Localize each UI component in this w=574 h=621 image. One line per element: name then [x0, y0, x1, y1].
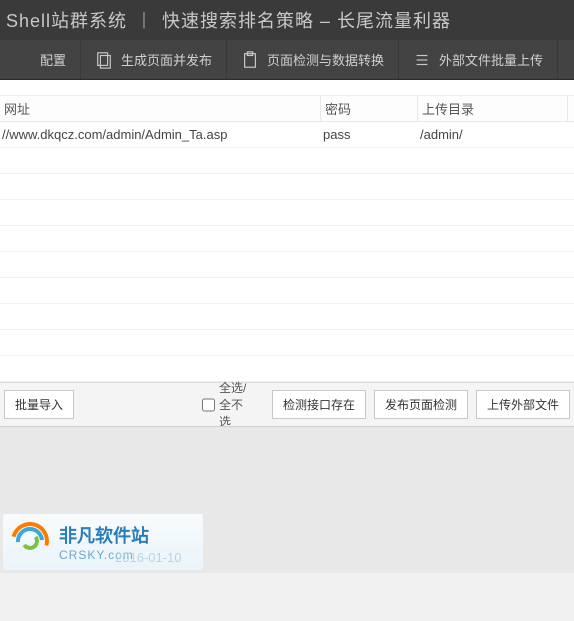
- table-row-empty[interactable]: [0, 304, 574, 330]
- cell-dir: /admin/: [418, 127, 568, 142]
- col-header-password[interactable]: 密码: [321, 96, 418, 121]
- toolbar-label: 页面检测与数据转换: [267, 50, 384, 69]
- footer-date: 2016-01-10: [115, 550, 182, 565]
- toolbar-config[interactable]: 配置: [0, 40, 81, 79]
- page-icon: [95, 51, 113, 69]
- table-row-empty[interactable]: [0, 252, 574, 278]
- content-area: 网址 密码 上传目录 //www.dkqcz.com/admin/Admin_T…: [0, 80, 574, 382]
- window-titlebar: Shell站群系统 丨 快速搜索排名策略 – 长尾流量利器: [0, 0, 574, 40]
- table-row-empty[interactable]: [0, 200, 574, 226]
- cell-password: pass: [321, 127, 418, 142]
- brand-cn: 非凡软件站: [59, 522, 149, 548]
- col-header-url[interactable]: 网址: [0, 96, 321, 121]
- swirl-icon: [11, 522, 51, 562]
- filter-row: [0, 80, 574, 96]
- toolbar-label: 配置: [40, 50, 66, 69]
- col-header-dir[interactable]: 上传目录: [418, 96, 568, 121]
- toolbar-detect-convert[interactable]: 页面检测与数据转换: [227, 40, 399, 79]
- table-header: 网址 密码 上传目录: [0, 96, 574, 122]
- title-left: Shell站群系统: [6, 7, 127, 33]
- upload-external-button[interactable]: 上传外部文件: [476, 390, 570, 419]
- table-row-empty[interactable]: [0, 226, 574, 252]
- main-toolbar: 配置 生成页面并发布 页面检测与数据转换 外部文件批量上传 接: [0, 40, 574, 80]
- cell-url: //www.dkqcz.com/admin/Admin_Ta.asp: [0, 127, 321, 142]
- toolbar-generate-publish[interactable]: 生成页面并发布: [81, 40, 227, 79]
- check-interface-button[interactable]: 检测接口存在: [272, 390, 366, 419]
- table-row-empty[interactable]: [0, 356, 574, 382]
- publish-check-button[interactable]: 发布页面检测: [374, 390, 468, 419]
- lower-pane: 非凡软件站 CRSKY.com 2016-01-10: [0, 426, 574, 573]
- select-all-input[interactable]: [202, 398, 215, 412]
- table-row-empty[interactable]: [0, 174, 574, 200]
- list-icon: [413, 51, 431, 69]
- table-body: //www.dkqcz.com/admin/Admin_Ta.asppass/a…: [0, 122, 574, 382]
- title-separator: 丨: [135, 7, 154, 33]
- toolbar-label: 生成页面并发布: [121, 50, 212, 69]
- action-bar: 批量导入 全选/全不选 检测接口存在 发布页面检测 上传外部文件: [0, 382, 574, 426]
- gear-icon: [14, 51, 32, 69]
- toolbar-batch-upload[interactable]: 外部文件批量上传: [399, 40, 558, 79]
- table-row-empty[interactable]: [0, 330, 574, 356]
- toolbar-connect[interactable]: 接: [558, 40, 574, 79]
- batch-import-button[interactable]: 批量导入: [4, 390, 74, 419]
- table-row-empty[interactable]: [0, 148, 574, 174]
- table-row-empty[interactable]: [0, 278, 574, 304]
- clipboard-icon: [241, 51, 259, 69]
- toolbar-label: 外部文件批量上传: [439, 50, 543, 69]
- table-row[interactable]: //www.dkqcz.com/admin/Admin_Ta.asppass/a…: [0, 122, 574, 148]
- select-all-label: 全选/全不选: [219, 379, 254, 430]
- title-right: 快速搜索排名策略 – 长尾流量利器: [162, 7, 451, 33]
- select-all-checkbox[interactable]: 全选/全不选: [202, 379, 254, 430]
